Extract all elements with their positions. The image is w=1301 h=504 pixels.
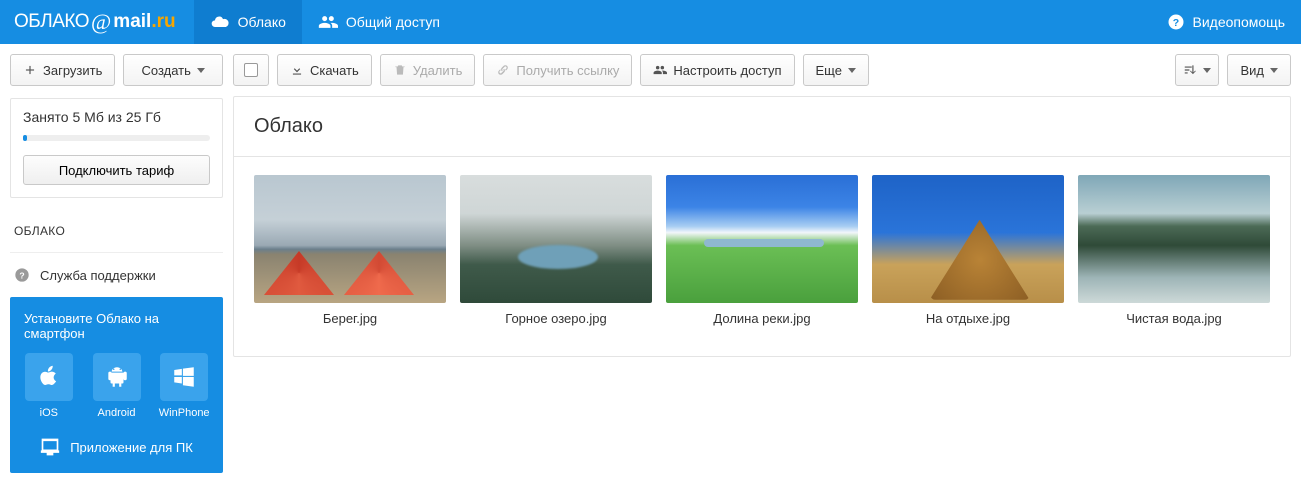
getlink-label: Получить ссылку <box>516 63 619 78</box>
promo-pc-label: Приложение для ПК <box>70 440 193 455</box>
delete-button[interactable]: Удалить <box>380 54 476 86</box>
promo-app-android[interactable]: Android <box>88 353 146 419</box>
sidebar-section-title: ОБЛАКО <box>10 210 223 253</box>
file-name: На отдыхе.jpg <box>872 311 1064 326</box>
storage-text: Занято 5 Мб из 25 Гб <box>23 109 210 125</box>
file-thumbnail <box>460 175 652 303</box>
download-label: Скачать <box>310 63 359 78</box>
header: ОБЛАКО @ mail .ru Облако Общий доступ ? … <box>0 0 1301 44</box>
checkbox-icon <box>244 63 258 77</box>
sidebar: Загрузить Создать Занято 5 Мб из 25 Гб П… <box>0 44 233 483</box>
promo-app-winphone[interactable]: WinPhone <box>155 353 213 419</box>
support-link[interactable]: ? Служба поддержки <box>10 253 223 297</box>
sort-button[interactable] <box>1175 54 1219 86</box>
file-item[interactable]: Горное озеро.jpg <box>460 175 652 326</box>
download-icon <box>290 63 304 77</box>
nav-shared[interactable]: Общий доступ <box>302 0 456 44</box>
monitor-icon <box>40 437 60 457</box>
nav-cloud[interactable]: Облако <box>194 0 302 44</box>
promo-panel: Установите Облако на смартфон iOS Androi… <box>10 297 223 473</box>
apple-icon <box>36 364 62 390</box>
page-title: Облако <box>234 97 1290 157</box>
chevron-down-icon <box>1203 68 1211 73</box>
create-label: Создать <box>141 63 190 78</box>
more-button[interactable]: Еще <box>803 54 869 86</box>
file-thumbnail <box>254 175 446 303</box>
help-circle-icon: ? <box>14 267 30 283</box>
storage-panel: Занято 5 Мб из 25 Гб Подключить тариф <box>10 98 223 198</box>
file-thumbnail <box>666 175 858 303</box>
file-item[interactable]: На отдыхе.jpg <box>872 175 1064 326</box>
help-label: Видеопомощь <box>1193 14 1286 30</box>
file-name: Берег.jpg <box>254 311 446 326</box>
file-thumbnail <box>872 175 1064 303</box>
plus-icon <box>23 63 37 77</box>
file-name: Горное озеро.jpg <box>460 311 652 326</box>
promo-pc-link[interactable]: Приложение для ПК <box>20 433 213 457</box>
link-icon <box>496 63 510 77</box>
windows-icon <box>171 364 197 390</box>
view-label: Вид <box>1240 63 1264 78</box>
more-label: Еще <box>816 63 842 78</box>
main: Скачать Удалить Получить ссылку Настроит… <box>233 44 1301 367</box>
file-item[interactable]: Берег.jpg <box>254 175 446 326</box>
sort-icon <box>1183 63 1197 77</box>
logo-text-cloud: ОБЛАКО <box>14 11 89 33</box>
storage-progress <box>23 135 210 141</box>
logo-text-mail: mail <box>113 11 151 33</box>
toolbar: Скачать Удалить Получить ссылку Настроит… <box>233 54 1291 86</box>
content-panel: Облако Берег.jpg Горное озеро.jpg Долина… <box>233 96 1291 357</box>
view-button[interactable]: Вид <box>1227 54 1291 86</box>
people-icon <box>318 12 338 32</box>
promo-title: Установите Облако на смартфон <box>20 311 213 341</box>
promo-app-label: WinPhone <box>155 407 213 419</box>
people-icon <box>653 63 667 77</box>
support-label: Служба поддержки <box>40 268 156 283</box>
getlink-button[interactable]: Получить ссылку <box>483 54 632 86</box>
file-name: Чистая вода.jpg <box>1078 311 1270 326</box>
promo-app-ios[interactable]: iOS <box>20 353 78 419</box>
cloud-icon <box>210 12 230 32</box>
create-button[interactable]: Создать <box>123 54 223 86</box>
android-icon <box>104 364 130 390</box>
tariff-button[interactable]: Подключить тариф <box>23 155 210 185</box>
upload-label: Загрузить <box>43 63 102 78</box>
file-item[interactable]: Чистая вода.jpg <box>1078 175 1270 326</box>
chevron-down-icon <box>848 68 856 73</box>
delete-label: Удалить <box>413 63 463 78</box>
svg-text:?: ? <box>1172 17 1178 29</box>
chevron-down-icon <box>197 68 205 73</box>
file-name: Долина реки.jpg <box>666 311 858 326</box>
share-label: Настроить доступ <box>673 63 781 78</box>
download-button[interactable]: Скачать <box>277 54 372 86</box>
nav-label: Общий доступ <box>346 14 440 30</box>
promo-app-label: iOS <box>20 407 78 419</box>
svg-text:?: ? <box>19 270 24 280</box>
nav-label: Облако <box>238 14 286 30</box>
at-icon: @ <box>91 9 111 35</box>
promo-app-label: Android <box>88 407 146 419</box>
share-button[interactable]: Настроить доступ <box>640 54 794 86</box>
chevron-down-icon <box>1270 68 1278 73</box>
file-item[interactable]: Долина реки.jpg <box>666 175 858 326</box>
help-icon: ? <box>1167 13 1185 31</box>
file-thumbnail <box>1078 175 1270 303</box>
select-all-checkbox[interactable] <box>233 54 269 86</box>
storage-progress-fill <box>23 135 27 141</box>
logo-text-ru: .ru <box>151 11 175 33</box>
file-grid: Берег.jpg Горное озеро.jpg Долина реки.j… <box>234 157 1290 356</box>
logo[interactable]: ОБЛАКО @ mail .ru <box>0 0 194 44</box>
trash-icon <box>393 63 407 77</box>
help-link[interactable]: ? Видеопомощь <box>1151 0 1301 44</box>
upload-button[interactable]: Загрузить <box>10 54 115 86</box>
